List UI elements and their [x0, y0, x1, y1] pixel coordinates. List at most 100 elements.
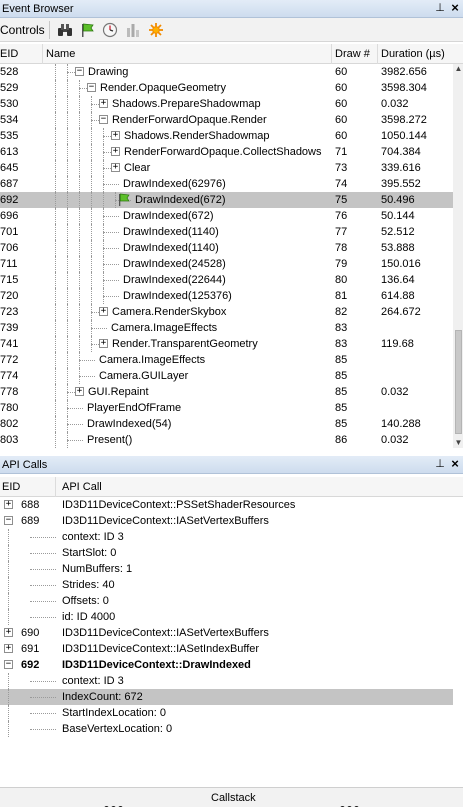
expand-icon[interactable]: + [4, 644, 13, 653]
binoculars-icon[interactable] [56, 21, 74, 39]
tree-guide-line [79, 224, 80, 240]
col-name-header[interactable]: Name [46, 48, 75, 60]
col-api-call-header[interactable]: API Call [62, 481, 102, 493]
api-param-row[interactable]: Strides: 40 [0, 577, 453, 593]
api-call-row[interactable]: −692 ID3D11DeviceContext::DrawIndexed [0, 657, 453, 673]
expand-icon[interactable]: + [111, 163, 120, 172]
col-duration-header[interactable]: Duration (µs) [381, 48, 445, 60]
api-param-row[interactable]: StartIndexLocation: 0 [0, 705, 453, 721]
event-row[interactable]: 715 DrawIndexed(22644) 80 136.64 [0, 272, 453, 288]
api-param-row[interactable]: context: ID 3 [0, 673, 453, 689]
scroll-down-icon[interactable]: ▼ [454, 438, 463, 447]
expand-icon[interactable]: + [111, 131, 120, 140]
event-row[interactable]: 701 DrawIndexed(1140) 77 52.512 [0, 224, 453, 240]
clock-icon[interactable] [101, 21, 119, 39]
col-eid-header[interactable]: EID [2, 481, 20, 493]
event-row[interactable]: 535 + Shadows.RenderShadowmap 60 1050.144 [0, 128, 453, 144]
event-name: GUI.Repaint [88, 386, 149, 398]
col-eid-header[interactable]: EID [0, 48, 18, 60]
api-param-value: StartIndexLocation: 0 [62, 707, 166, 719]
event-row[interactable]: 613 + RenderForwardOpaque.CollectShadows 71… [0, 144, 453, 160]
expand-icon[interactable]: + [99, 99, 108, 108]
event-eid: 696 [0, 210, 19, 222]
col-divider[interactable] [42, 44, 43, 64]
event-name: RenderForwardOpaque.CollectShadows [124, 146, 322, 158]
event-row[interactable]: 778 + GUI.Repaint 85 0.032 [0, 384, 453, 400]
expand-icon[interactable]: + [4, 500, 13, 509]
collapse-icon[interactable]: − [87, 83, 96, 92]
event-draw-number: 60 [335, 82, 348, 94]
api-param-row[interactable]: Offsets: 0 [0, 593, 453, 609]
col-draw-header[interactable]: Draw # [335, 48, 370, 60]
col-divider[interactable] [55, 477, 56, 497]
tree-guide-line [67, 144, 68, 160]
event-row[interactable]: 780 PlayerEndOfFrame 85 [0, 400, 453, 416]
close-icon[interactable]: × [449, 1, 461, 15]
api-param-row[interactable]: NumBuffers: 1 [0, 561, 453, 577]
event-row[interactable]: 534 − RenderForwardOpaque.Render 60 3598.272 [0, 112, 453, 128]
tree-guide-line [55, 144, 56, 160]
tree-guide-line [67, 336, 68, 352]
event-row[interactable]: 645 + Clear 73 339.616 [0, 160, 453, 176]
api-param-row[interactable]: id: ID 4000 [0, 609, 453, 625]
event-row[interactable]: 774 Camera.GUILayer 85 [0, 368, 453, 384]
event-row[interactable]: 739 Camera.ImageEffects 83 [0, 320, 453, 336]
expand-icon[interactable]: + [99, 339, 108, 348]
event-row[interactable]: 528 − Drawing 60 3982.656 [0, 64, 453, 80]
event-draw-number: 78 [335, 242, 348, 254]
expand-icon[interactable]: + [75, 387, 84, 396]
collapse-icon[interactable]: − [4, 516, 13, 525]
api-call-row[interactable]: +690 ID3D11DeviceContext::IASetVertexBuff… [0, 625, 453, 641]
event-duration: 3598.272 [381, 114, 427, 126]
event-row[interactable]: 687 DrawIndexed(62976) 74 395.552 [0, 176, 453, 192]
event-name: DrawIndexed(1140) [123, 226, 219, 238]
event-row[interactable]: 723 + Camera.RenderSkybox 82 264.672 [0, 304, 453, 320]
api-param-row[interactable]: StartSlot: 0 [0, 545, 453, 561]
api-table-header: EID API Call [0, 477, 463, 497]
collapse-icon[interactable]: − [4, 660, 13, 669]
callstack-panel: Callstack [0, 787, 463, 807]
tree-guide-line [79, 88, 87, 89]
scroll-up-icon[interactable]: ▲ [454, 64, 463, 73]
event-row[interactable]: 772 Camera.ImageEffects 85 [0, 352, 453, 368]
api-param-row[interactable]: IndexCount: 672 [0, 689, 453, 705]
controls-label: Controls [0, 23, 45, 37]
callstack-label[interactable]: Callstack [211, 792, 256, 804]
event-row[interactable]: 720 DrawIndexed(125376) 81 614.88 [0, 288, 453, 304]
event-eid: 529 [0, 82, 19, 94]
event-row[interactable]: 529 − Render.OpaqueGeometry 60 3598.304 [0, 80, 453, 96]
event-row[interactable]: 696 DrawIndexed(672) 76 50.144 [0, 208, 453, 224]
tree-guide-line [55, 240, 56, 256]
api-call-row[interactable]: +688 ID3D11DeviceContext::PSSetShaderReso… [0, 497, 453, 513]
event-row[interactable]: 692 DrawIndexed(672) 75 50.496 [0, 192, 453, 208]
expand-icon[interactable]: + [111, 147, 120, 156]
pin-icon[interactable]: ⊥ [435, 458, 445, 471]
col-divider[interactable] [331, 44, 332, 64]
settings-sun-icon[interactable] [147, 21, 165, 39]
event-duration: 614.88 [381, 290, 415, 302]
col-divider[interactable] [377, 44, 378, 64]
drag-handle-icon[interactable] [340, 802, 366, 807]
event-row[interactable]: 711 DrawIndexed(24528) 79 150.016 [0, 256, 453, 272]
event-row[interactable]: 741 + Render.TransparentGeometry 83 119.68 [0, 336, 453, 352]
api-param-row[interactable]: context: ID 3 [0, 529, 453, 545]
event-row[interactable]: 803 Present() 86 0.032 [0, 432, 453, 448]
bar-chart-icon[interactable] [124, 21, 142, 39]
event-row[interactable]: 706 DrawIndexed(1140) 78 53.888 [0, 240, 453, 256]
expand-icon[interactable]: + [4, 628, 13, 637]
event-row[interactable]: 530 + Shadows.PrepareShadowmap 60 0.032 [0, 96, 453, 112]
drag-handle-icon[interactable] [104, 802, 130, 807]
close-icon[interactable]: × [449, 457, 461, 471]
api-call-row[interactable]: +691 ID3D11DeviceContext::IASetIndexBuffe… [0, 641, 453, 657]
api-call-row[interactable]: −689 ID3D11DeviceContext::IASetVertexBuff… [0, 513, 453, 529]
api-param-row[interactable]: BaseVertexLocation: 0 [0, 721, 453, 737]
event-draw-number: 85 [335, 386, 348, 398]
event-scrollbar-thumb[interactable] [455, 330, 462, 434]
collapse-icon[interactable]: − [75, 67, 84, 76]
pin-icon[interactable]: ⊥ [435, 2, 445, 15]
event-row[interactable]: 802 DrawIndexed(54) 85 140.288 [0, 416, 453, 432]
tree-guide-line [55, 304, 56, 320]
expand-icon[interactable]: + [99, 307, 108, 316]
collapse-icon[interactable]: − [99, 115, 108, 124]
green-flag-icon[interactable] [78, 21, 96, 39]
